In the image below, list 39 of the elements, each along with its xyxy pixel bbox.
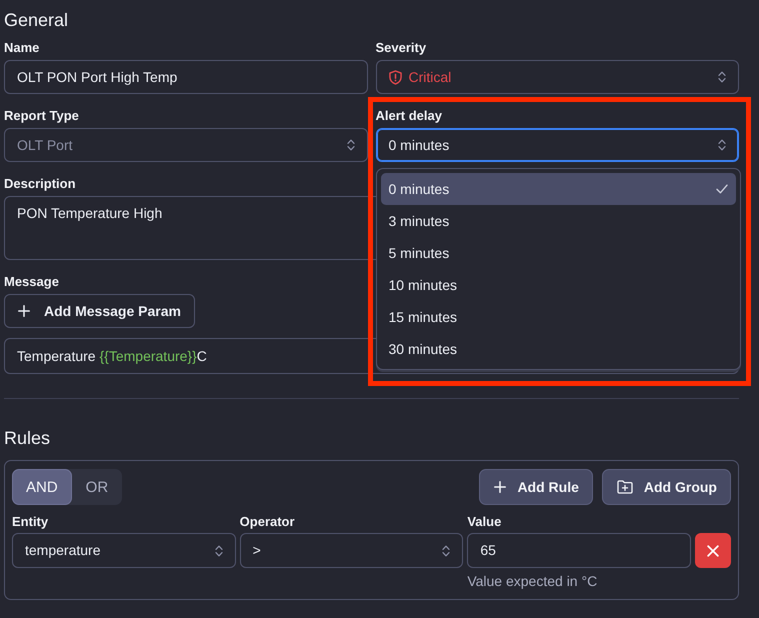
add-group-button[interactable]: Add Group — [602, 469, 731, 505]
combinator-option[interactable]: OR — [72, 469, 122, 505]
updown-chevron-icon — [442, 544, 450, 556]
section-heading: General — [4, 9, 68, 32]
field-label: Name — [4, 40, 40, 56]
section-heading: Rules — [4, 427, 50, 450]
dropdown-option[interactable]: 3 minutes — [380, 205, 736, 237]
dropdown-option[interactable]: 15 minutes — [380, 301, 736, 333]
dropdown-option[interactable]: 10 minutes — [380, 269, 736, 301]
field-label: Report Type — [4, 108, 79, 124]
field-label: Description — [4, 176, 76, 192]
dropdown-select[interactable]: temperature — [12, 533, 236, 568]
field-label: Operator — [240, 514, 295, 530]
field-label: Value — [467, 514, 502, 530]
field-label: Message — [4, 274, 59, 290]
dropdown-option[interactable]: 0 minutes — [380, 173, 736, 205]
close-icon — [707, 544, 719, 556]
add-rule-button[interactable]: Add Rule — [479, 469, 593, 505]
check-icon — [716, 184, 728, 194]
add-param-button[interactable]: Add Message Param — [4, 294, 195, 328]
dropdown-select[interactable]: > — [240, 533, 464, 568]
field-label: Alert delay — [376, 108, 442, 124]
text-field[interactable]: 65 — [467, 533, 691, 568]
field-label: Severity — [376, 40, 426, 56]
severity-select[interactable]: Critical — [376, 60, 739, 94]
updown-chevron-icon — [346, 139, 354, 151]
delete-button[interactable] — [695, 533, 731, 568]
name-field[interactable]: OLT PON Port High Temp — [4, 60, 368, 94]
updown-chevron-icon — [718, 139, 726, 151]
updown-chevron-icon — [214, 544, 223, 556]
field-label: Entity — [12, 514, 48, 530]
combinator-option[interactable]: AND — [12, 469, 72, 505]
help-text: Value expected in °C — [467, 573, 598, 589]
plus-icon — [18, 305, 30, 317]
folder-plus-icon — [616, 480, 633, 494]
alert-delay-select[interactable]: 0 minutes — [376, 128, 739, 162]
updown-chevron-icon — [718, 71, 726, 83]
plus-icon — [494, 481, 506, 493]
shield-alert-icon — [388, 70, 402, 84]
